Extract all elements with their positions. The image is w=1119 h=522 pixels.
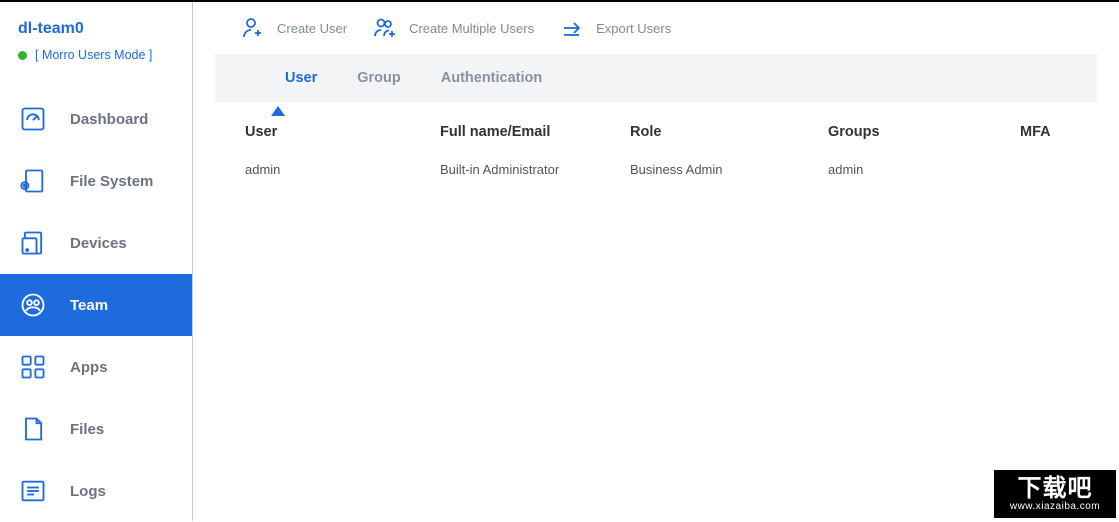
team-icon (18, 290, 48, 320)
col-header-mfa[interactable]: MFA (1020, 124, 1069, 140)
table-row[interactable]: admin Built-in Administrator Business Ad… (245, 158, 1069, 181)
sidebar-item-dashboard[interactable]: Dashboard (0, 88, 192, 150)
create-user-button[interactable]: Create User (241, 16, 347, 40)
cell-fullname: Built-in Administrator (440, 162, 630, 177)
cell-user: admin (245, 162, 440, 177)
sidebar-item-label: Dashboard (70, 111, 148, 128)
sidebar-item-apps[interactable]: Apps (0, 336, 192, 398)
mode-row: [ Morro Users Mode ] (18, 48, 174, 62)
team-name: dl-team0 (18, 20, 174, 38)
mode-label: [ Morro Users Mode ] (35, 48, 152, 62)
apps-icon (18, 352, 48, 382)
sidebar-item-label: Devices (70, 235, 127, 252)
sidebar-item-label: Logs (70, 483, 106, 500)
users-plus-icon (373, 16, 397, 40)
sidebar-item-devices[interactable]: Devices (0, 212, 192, 274)
watermark: 下载吧 www.xiazaiba.com (994, 470, 1116, 518)
sidebar-item-team[interactable]: Team (0, 274, 192, 336)
create-multiple-users-button[interactable]: Create Multiple Users (373, 16, 534, 40)
col-header-fullname[interactable]: Full name/Email (440, 124, 630, 140)
cell-mfa (1020, 162, 1069, 177)
user-plus-icon (241, 16, 265, 40)
files-icon (18, 414, 48, 444)
cell-groups: admin (828, 162, 1020, 177)
cell-role: Business Admin (630, 162, 828, 177)
tab-user[interactable]: User (285, 70, 317, 86)
tab-group[interactable]: Group (357, 70, 401, 86)
watermark-title: 下载吧 (1018, 477, 1093, 501)
table-header: User Full name/Email Role Groups MFA (245, 120, 1069, 158)
status-dot-icon (18, 51, 27, 60)
sidebar-item-label: Files (70, 421, 104, 438)
tabs-row: User Group Authentication (215, 54, 1097, 102)
tab-authentication[interactable]: Authentication (441, 70, 543, 86)
col-header-role[interactable]: Role (630, 124, 828, 140)
sidebar-nav: Dashboard File System Devices Team (0, 88, 192, 522)
sidebar-item-logs[interactable]: Logs (0, 460, 192, 522)
sort-asc-icon[interactable] (271, 106, 285, 116)
sidebar-item-filesystem[interactable]: File System (0, 150, 192, 212)
watermark-url: www.xiazaiba.com (1010, 501, 1100, 512)
sidebar: dl-team0 [ Morro Users Mode ] Dashboard … (0, 2, 193, 521)
sidebar-item-label: File System (70, 173, 153, 190)
toolbar-label: Export Users (596, 21, 671, 36)
toolbar-label: Create User (277, 21, 347, 36)
sidebar-item-files[interactable]: Files (0, 398, 192, 460)
sidebar-header: dl-team0 [ Morro Users Mode ] (0, 20, 192, 74)
toolbar-label: Create Multiple Users (409, 21, 534, 36)
dashboard-icon (18, 104, 48, 134)
sort-indicator-row (237, 102, 1119, 120)
devices-icon (18, 228, 48, 258)
sidebar-item-label: Apps (70, 359, 108, 376)
filesystem-icon (18, 166, 48, 196)
sidebar-item-label: Team (70, 297, 108, 314)
toolbar: Create User Create Multiple Users Export… (193, 2, 1119, 54)
logs-icon (18, 476, 48, 506)
export-icon (560, 16, 584, 40)
main-content: Create User Create Multiple Users Export… (193, 2, 1119, 521)
col-header-groups[interactable]: Groups (828, 124, 1020, 140)
col-header-user[interactable]: User (245, 124, 440, 140)
export-users-button[interactable]: Export Users (560, 16, 671, 40)
users-table: User Full name/Email Role Groups MFA adm… (193, 120, 1119, 181)
